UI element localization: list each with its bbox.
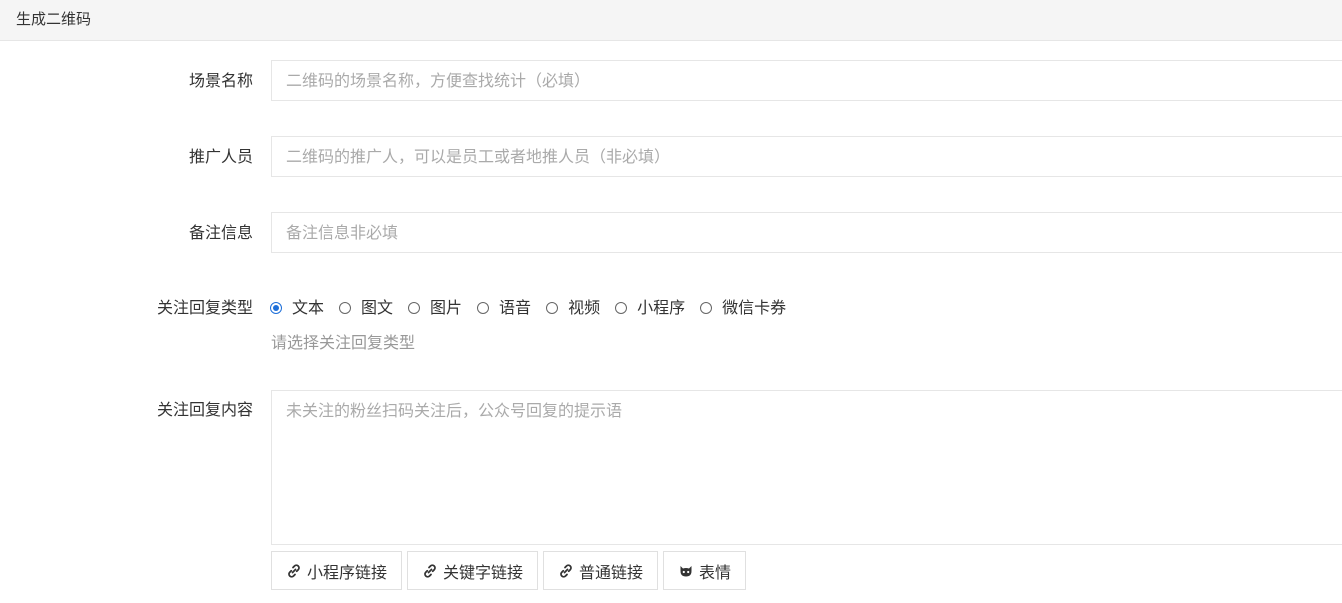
normal-link-button[interactable]: 普通链接 — [543, 551, 659, 590]
radio-circle[interactable] — [339, 302, 352, 314]
radio-news[interactable]: 图文 — [339, 297, 393, 319]
scene-name-input[interactable] — [271, 60, 1342, 101]
radio-label: 图片 — [430, 298, 463, 317]
radio-circle[interactable] — [477, 302, 490, 314]
radio-image[interactable]: 图片 — [408, 297, 462, 319]
reply-type-help-text: 请选择关注回复类型 — [271, 333, 416, 352]
radio-label: 图文 — [361, 298, 394, 317]
button-label: 小程序链接 — [307, 562, 388, 582]
emoji-icon — [680, 565, 692, 576]
reply-type-radio-group: 文本 图文 图片 语音 视频 小程序 微信卡券 — [270, 297, 801, 319]
radio-video[interactable]: 视频 — [546, 297, 600, 319]
radio-circle[interactable] — [270, 302, 282, 314]
radio-text[interactable]: 文本 — [270, 297, 324, 319]
link-icon — [560, 563, 572, 578]
keyword-link-button[interactable]: 关键字链接 — [407, 551, 539, 590]
radio-label: 语音 — [499, 298, 532, 317]
button-label: 关键字链接 — [443, 562, 524, 582]
radio-circle[interactable] — [408, 302, 421, 314]
radio-label: 视频 — [568, 298, 601, 317]
reply-content-textarea[interactable] — [271, 390, 1342, 545]
radio-circle[interactable] — [700, 302, 713, 314]
button-label: 普通链接 — [579, 562, 644, 582]
emoji-button[interactable]: 表情 — [663, 551, 747, 590]
link-icon — [288, 563, 300, 578]
reply-content-label: 关注回复内容 — [156, 400, 253, 419]
promoter-input[interactable] — [271, 136, 1342, 177]
radio-wechat-card[interactable]: 微信卡券 — [700, 297, 786, 319]
radio-label: 小程序 — [637, 298, 686, 317]
reply-type-label: 关注回复类型 — [156, 298, 253, 317]
scene-name-label: 场景名称 — [188, 71, 253, 90]
radio-label: 微信卡券 — [722, 298, 787, 317]
remark-label: 备注信息 — [188, 223, 253, 242]
page-header: 生成二维码 — [0, 0, 1342, 41]
mini-program-link-button[interactable]: 小程序链接 — [271, 551, 403, 590]
radio-voice[interactable]: 语音 — [477, 297, 531, 319]
radio-circle[interactable] — [615, 302, 628, 314]
radio-circle[interactable] — [546, 302, 559, 314]
link-icon — [424, 563, 436, 578]
button-label: 表情 — [699, 562, 732, 582]
page-title: 生成二维码 — [16, 10, 92, 28]
radio-mini-program[interactable]: 小程序 — [615, 297, 685, 319]
promoter-label: 推广人员 — [188, 147, 253, 166]
radio-label: 文本 — [292, 298, 325, 317]
reply-content-toolbar: 小程序链接 关键字链接 普通链接 表情 — [271, 551, 751, 590]
remark-input[interactable] — [271, 212, 1342, 253]
